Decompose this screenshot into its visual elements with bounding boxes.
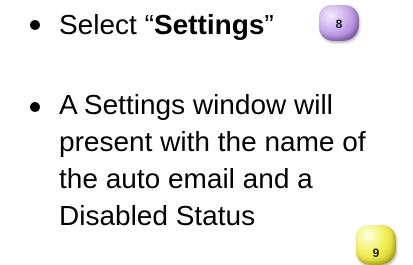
- bullet-dot: [30, 102, 40, 112]
- text-line: the auto email and a: [59, 163, 313, 194]
- step-badge-number: 9: [372, 246, 380, 260]
- step-badge-number: 8: [335, 17, 343, 31]
- bullet-text: A Settings window will present with the …: [59, 86, 366, 234]
- text-bold-settings: Settings: [153, 9, 265, 40]
- text-prefix: Select “: [59, 9, 154, 40]
- bullet-dot: [30, 20, 40, 30]
- text-line: present with the name of: [59, 126, 366, 157]
- text-line: Disabled Status: [59, 200, 256, 231]
- text-suffix: ”: [264, 9, 274, 40]
- text-line: A Settings window will: [59, 89, 333, 120]
- step-badge-icon: 8: [319, 5, 359, 41]
- bullet-text: Select “Settings”: [59, 6, 274, 43]
- step-badge-icon: 9: [356, 225, 396, 265]
